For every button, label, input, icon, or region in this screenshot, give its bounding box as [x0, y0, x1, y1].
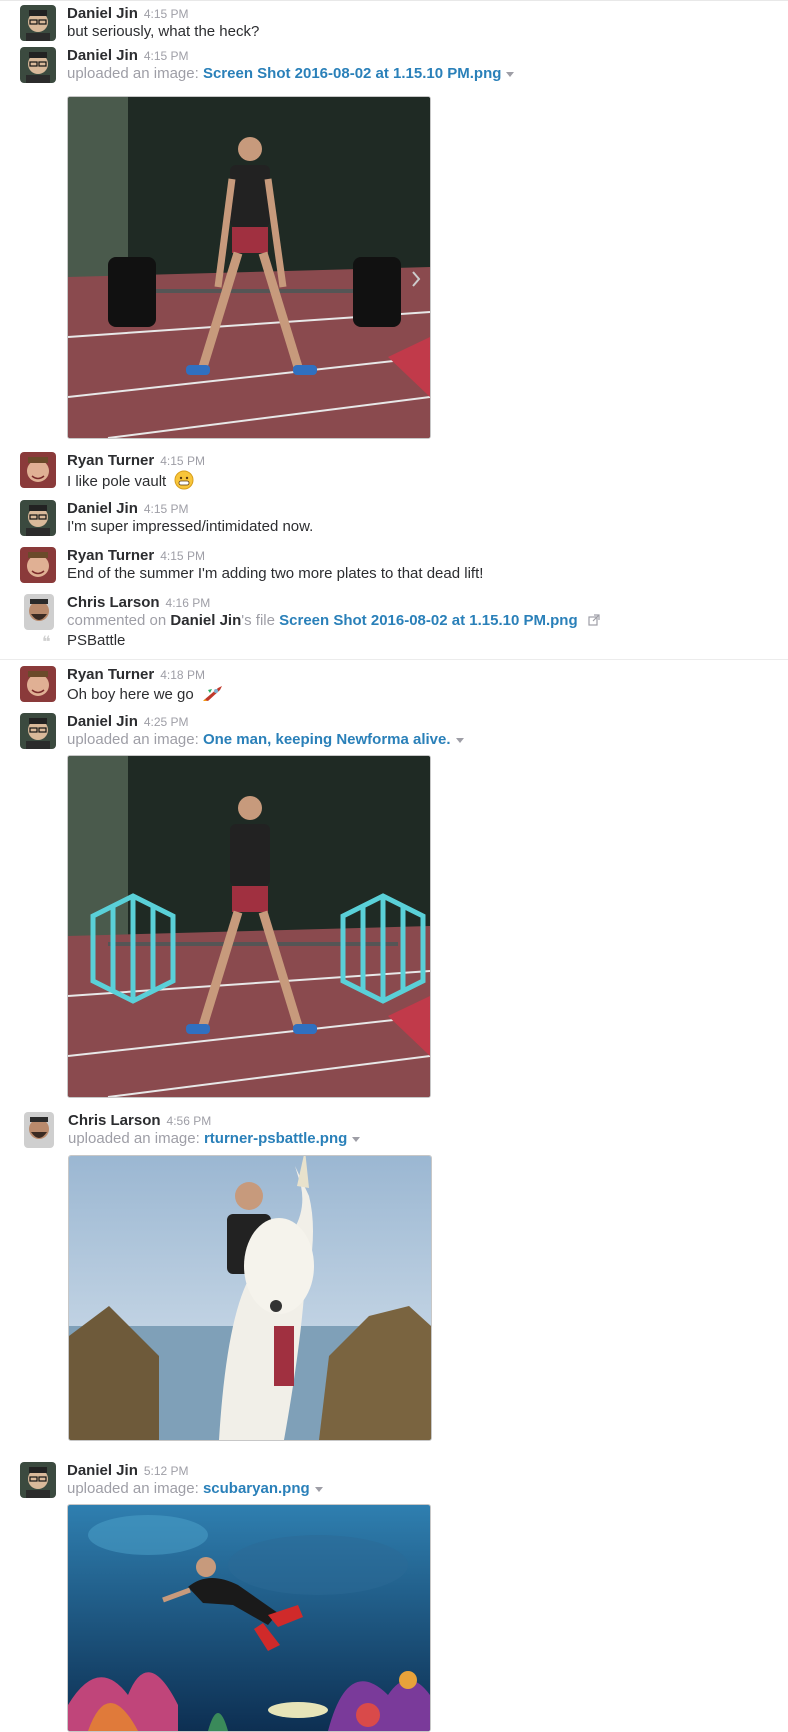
avatar-daniel-jin[interactable]: [20, 1462, 56, 1498]
upload-prefix: uploaded an image:: [67, 1480, 199, 1497]
author-name[interactable]: Ryan Turner: [67, 452, 154, 469]
timestamp[interactable]: 4:15 PM: [144, 49, 189, 63]
message-header: Daniel Jin 5:12 PM: [67, 1462, 189, 1480]
external-link-icon[interactable]: [588, 613, 600, 630]
uploaded-image[interactable]: [67, 96, 431, 439]
message-text: I'm super impressed/intimidated now.: [67, 518, 314, 535]
file-link[interactable]: rturner-psbattle.png: [204, 1130, 347, 1147]
upload-line: uploaded an image: rturner-psbattle.png: [68, 1130, 361, 1147]
message-header: Chris Larson 4:16 PM: [67, 594, 210, 612]
uploaded-image[interactable]: [67, 1504, 431, 1732]
timestamp[interactable]: 4:56 PM: [167, 1114, 212, 1128]
avatar-ryan-turner[interactable]: [20, 452, 56, 488]
comment-text: PSBattle: [67, 632, 126, 649]
author-name[interactable]: Chris Larson: [68, 1112, 161, 1129]
day-divider: [0, 659, 788, 660]
rocket-icon: [202, 684, 224, 706]
avatar-chris-larson[interactable]: [24, 594, 54, 630]
avatar-ryan-turner[interactable]: [20, 666, 56, 702]
message-header: Daniel Jin 4:15 PM: [67, 5, 189, 23]
file-owner[interactable]: Daniel Jin: [170, 612, 241, 629]
upload-line: uploaded an image: Screen Shot 2016-08-0…: [67, 65, 515, 82]
upload-prefix: uploaded an image:: [68, 1130, 200, 1147]
avatar-chris-larson[interactable]: [24, 1112, 54, 1148]
author-name[interactable]: Daniel Jin: [67, 1462, 138, 1479]
message-header: Ryan Turner 4:15 PM: [67, 452, 205, 470]
timestamp[interactable]: 4:15 PM: [160, 454, 205, 468]
grinning-face-icon: [174, 470, 194, 494]
upload-prefix: uploaded an image:: [67, 65, 199, 82]
possessive-text: 's file: [241, 612, 275, 629]
avatar-ryan-turner[interactable]: [20, 547, 56, 583]
message-text: I like pole vault: [67, 470, 194, 494]
upload-line: uploaded an image: One man, keeping Newf…: [67, 731, 464, 748]
timestamp[interactable]: 4:18 PM: [160, 668, 205, 682]
message-text: Oh boy here we go: [67, 684, 224, 706]
timestamp[interactable]: 4:16 PM: [166, 596, 211, 610]
message-text: but seriously, what the heck?: [67, 23, 260, 40]
uploaded-image[interactable]: [68, 1155, 432, 1441]
message-header: Daniel Jin 4:15 PM: [67, 500, 189, 518]
message-header: Ryan Turner 4:18 PM: [67, 666, 205, 684]
author-name[interactable]: Daniel Jin: [67, 713, 138, 730]
author-name[interactable]: Daniel Jin: [67, 500, 138, 517]
quote-icon: ❝: [42, 632, 51, 651]
message-header: Ryan Turner 4:15 PM: [67, 547, 205, 565]
timestamp[interactable]: 4:15 PM: [160, 549, 205, 563]
avatar-daniel-jin[interactable]: [20, 713, 56, 749]
comment-prefix: commented on: [67, 612, 167, 629]
chevron-down-icon[interactable]: [352, 1136, 361, 1142]
uploaded-image[interactable]: [67, 755, 431, 1098]
avatar-daniel-jin[interactable]: [20, 47, 56, 83]
timestamp[interactable]: 5:12 PM: [144, 1464, 189, 1478]
author-name[interactable]: Ryan Turner: [67, 547, 154, 564]
message-header: Daniel Jin 4:15 PM: [67, 47, 189, 65]
upload-line: uploaded an image: scubaryan.png: [67, 1480, 323, 1497]
comment-line: commented on Daniel Jin's file Screen Sh…: [67, 612, 600, 630]
timestamp[interactable]: 4:15 PM: [144, 7, 189, 21]
timestamp[interactable]: 4:15 PM: [144, 502, 189, 516]
message-text-content: I like pole vault: [67, 472, 167, 490]
author-name[interactable]: Daniel Jin: [67, 5, 138, 22]
message-header: Daniel Jin 4:25 PM: [67, 713, 189, 731]
author-name[interactable]: Ryan Turner: [67, 666, 154, 683]
avatar-daniel-jin[interactable]: [20, 5, 56, 41]
file-link[interactable]: Screen Shot 2016-08-02 at 1.15.10 PM.png: [279, 612, 577, 629]
message-header: Chris Larson 4:56 PM: [68, 1112, 211, 1130]
chevron-down-icon[interactable]: [314, 1486, 323, 1492]
message-text: End of the summer I'm adding two more pl…: [67, 565, 484, 582]
file-link[interactable]: Screen Shot 2016-08-02 at 1.15.10 PM.png: [203, 65, 501, 82]
file-link[interactable]: One man, keeping Newforma alive.: [203, 731, 451, 748]
chevron-down-icon[interactable]: [455, 737, 464, 743]
upload-prefix: uploaded an image:: [67, 731, 199, 748]
top-border: [0, 0, 788, 1]
author-name[interactable]: Daniel Jin: [67, 47, 138, 64]
chevron-down-icon[interactable]: [506, 71, 515, 77]
avatar-daniel-jin[interactable]: [20, 500, 56, 536]
timestamp[interactable]: 4:25 PM: [144, 715, 189, 729]
message-text-content: Oh boy here we go: [67, 685, 194, 703]
file-link[interactable]: scubaryan.png: [203, 1480, 310, 1497]
author-name[interactable]: Chris Larson: [67, 594, 160, 611]
